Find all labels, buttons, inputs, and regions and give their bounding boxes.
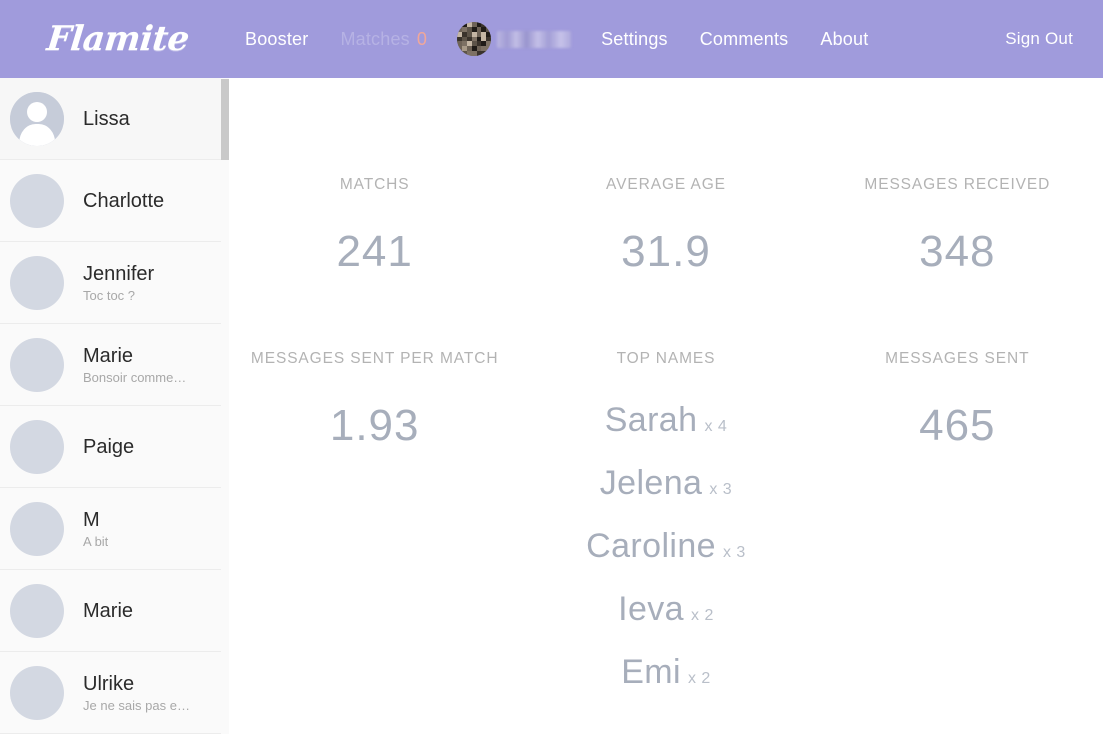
match-name: Charlotte [83,189,165,212]
sign-out-button[interactable]: Sign Out [1005,29,1073,48]
nav-link-comments[interactable]: Comments [684,30,805,48]
match-name: Paige [83,435,135,458]
top-name-row: Emi x 2 [534,644,797,707]
matches-list: Lissa Charlotte Jennifer Toc toc ? Marie Bons… [0,78,228,734]
match-avatar [10,173,64,228]
nav-link-label: Booster [245,29,309,49]
stat-card-top-names: TOP NAMES Sarah x 4 Jelena x 3 Caroline x 3 Iev… [520,348,811,707]
stat-value: 348 [919,227,996,276]
stat-card-messages-sent-per-match: MESSAGES SENT PER MATCH 1.93 [229,348,520,707]
match-list-item[interactable]: Ulrike Je ne sais pas e… [0,652,228,734]
stat-card-matchs: MATCHS 241 [229,174,520,274]
match-message-preview: Bonsoir comme… [83,369,187,385]
stat-label: MESSAGES RECEIVED [864,176,1051,193]
match-name: Lissa [83,107,130,130]
match-avatar [10,255,64,310]
sidebar-scrollbar-thumb[interactable] [221,79,229,160]
match-text-block: Marie [83,599,133,623]
match-avatar [10,665,64,720]
match-message-preview: A bit [83,533,109,549]
nav-link-label: About [820,29,869,49]
match-list-item[interactable]: Paige [0,406,228,488]
nav-link-about[interactable]: About [804,30,884,48]
match-avatar [10,501,64,556]
navbar-right: Sign Out [1005,30,1073,49]
match-avatar [10,419,64,474]
match-text-block: Ulrike Je ne sais pas e… [83,672,190,714]
navbar-user-avatar-icon [457,22,492,56]
top-name-label: Jelena [599,464,703,502]
match-name: M [83,508,100,531]
match-message-preview: Je ne sais pas e… [83,697,190,713]
top-name-label: Caroline [586,527,716,565]
stat-value: 1.93 [329,401,420,450]
nav-link-settings[interactable]: Settings [585,30,684,48]
navbar-profile-link[interactable] [443,22,585,56]
stats-main-panel: MATCHS 241 AVERAGE AGE 31.9 MESSAGES RECEIVE… [229,78,1103,734]
nav-link-label: Comments [699,29,789,49]
match-name: Jennifer [83,262,155,285]
match-avatar [10,583,64,638]
navbar-username-redacted [497,30,572,48]
top-name-row: Jelena x 3 [534,455,797,518]
match-avatar [10,337,64,392]
matches-count-badge: 0 [416,29,428,49]
top-name-label: Sarah [604,401,698,439]
stat-card-messages-sent: MESSAGES SENT 465 [812,348,1103,707]
stat-label: MATCHS [339,176,410,193]
top-name-row: Ieva x 2 [534,581,797,644]
top-navbar: Flamite Booster Matches 0 Settings Comments A… [0,0,1103,78]
stat-value: 241 [336,227,413,276]
navbar-links: Booster Matches 0 Settings Comments About [229,22,884,56]
stat-label: TOP NAMES [616,350,716,367]
top-name-count: x 3 [709,481,733,498]
nav-link-matches[interactable]: Matches 0 [324,30,443,48]
stat-label: MESSAGES SENT PER MATCH [250,350,499,367]
stat-card-average-age: AVERAGE AGE 31.9 [520,174,811,274]
match-text-block: Lissa [83,107,130,131]
match-list-item[interactable]: Marie Bonsoir comme… [0,324,228,406]
match-text-block: M A bit [83,508,108,550]
nav-link-label: Matches [340,29,410,49]
match-text-block: Marie Bonsoir comme… [83,344,186,386]
stat-label: AVERAGE AGE [606,176,726,193]
match-list-item[interactable]: Charlotte [0,160,228,242]
nav-link-label: Settings [601,29,668,49]
top-name-count: x 4 [704,418,728,435]
stat-label: MESSAGES SENT [885,350,1030,367]
match-text-block: Jennifer Toc toc ? [83,262,154,304]
match-name: Ulrike [83,672,135,695]
match-list-item[interactable]: Marie [0,570,228,652]
match-name: Marie [83,344,134,367]
top-name-label: Ieva [618,590,684,628]
match-text-block: Paige [83,435,134,459]
stats-grid: MATCHS 241 AVERAGE AGE 31.9 MESSAGES RECEIVE… [229,174,1103,734]
top-name-row: Caroline x 3 [534,518,797,581]
top-name-label: Emi [621,653,681,691]
match-list-item[interactable]: Jennifer Toc toc ? [0,242,228,324]
default-avatar-icon [10,91,64,146]
brand-logo[interactable]: Flamite [45,19,191,59]
match-name: Marie [83,599,134,622]
matches-sidebar[interactable]: Lissa Charlotte Jennifer Toc toc ? Marie Bons… [0,78,229,734]
match-text-block: Charlotte [83,189,164,213]
match-list-item[interactable]: Lissa [0,78,228,160]
stat-value: 465 [919,401,996,450]
stat-value: 31.9 [621,227,711,276]
top-name-count: x 2 [687,670,711,687]
match-message-preview: Toc toc ? [83,287,136,303]
nav-link-booster[interactable]: Booster [229,30,324,48]
sidebar-scrollbar-track[interactable] [221,78,229,734]
match-list-item[interactable]: M A bit [0,488,228,570]
app-root: Flamite Booster Matches 0 Settings Comments A… [0,0,1103,734]
top-name-row: Sarah x 4 [534,392,797,455]
top-name-count: x 2 [691,607,714,624]
top-names-list: Sarah x 4 Jelena x 3 Caroline x 3 Ieva x 2 Emi x … [534,392,797,707]
top-name-count: x 3 [722,544,746,561]
stat-card-messages-received: MESSAGES RECEIVED 348 [812,174,1103,274]
